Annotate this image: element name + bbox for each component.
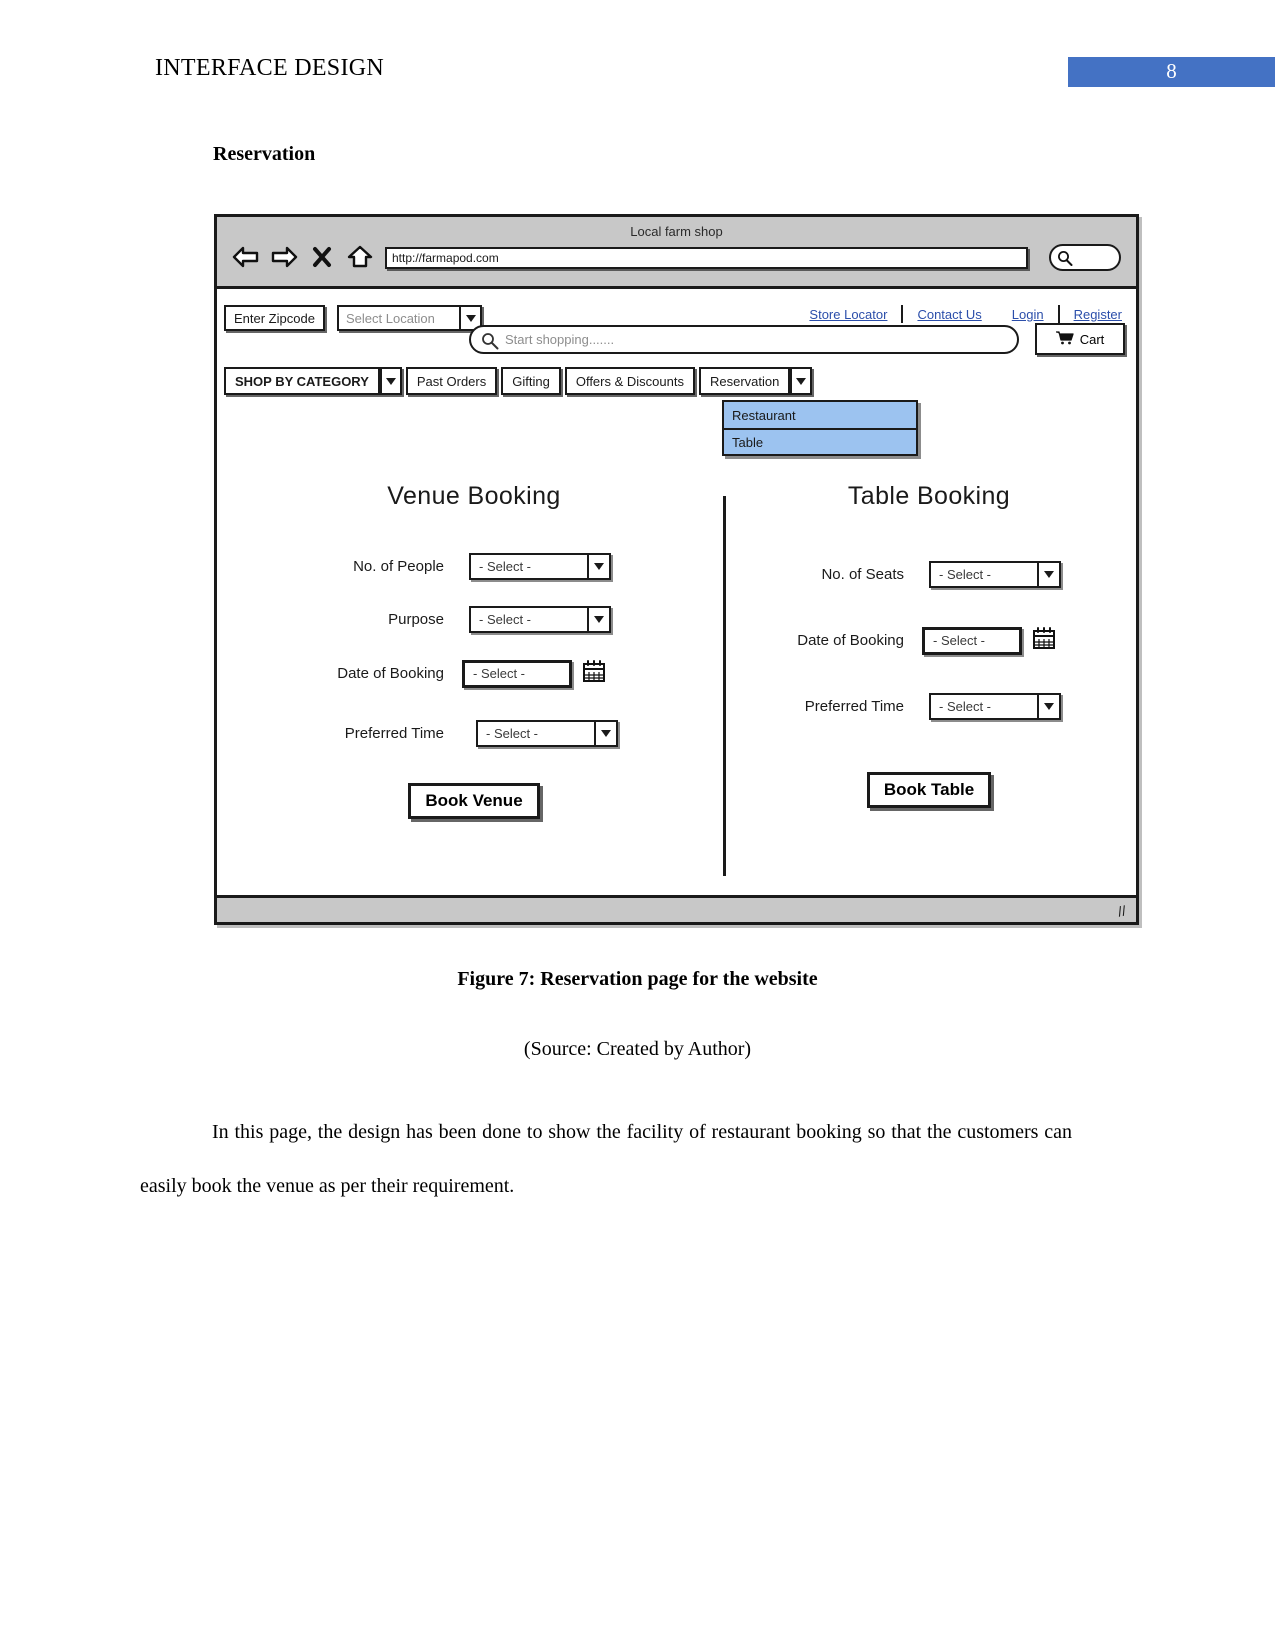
book-table-wrapper: Book Table: [729, 772, 1129, 808]
browser-search-box[interactable]: [1049, 244, 1121, 271]
shop-by-category-label: SHOP BY CATEGORY: [224, 367, 380, 395]
resize-handle-icon[interactable]: //: [1117, 902, 1127, 919]
date-value-venue: - Select -: [462, 659, 572, 688]
select-no-of-people[interactable]: - Select -: [469, 553, 611, 580]
search-icon: [481, 332, 499, 355]
source-caption: (Source: Created by Author): [523, 1038, 752, 1060]
label-preferred-time: Preferred Time: [344, 725, 444, 742]
field-row-no-of-seats: No. of Seats - Select -: [729, 561, 1129, 588]
page-number: 8: [1166, 59, 1177, 83]
label-purpose: Purpose: [388, 611, 444, 628]
forward-arrow-icon[interactable]: [269, 244, 299, 270]
select-no-of-seats[interactable]: - Select -: [929, 561, 1061, 588]
category-menu-bar: SHOP BY CATEGORY Past Orders Gifting Off…: [224, 367, 816, 395]
select-preferred-time-venue[interactable]: - Select -: [476, 720, 618, 747]
shopping-search-input[interactable]: Start shopping.......: [469, 325, 1019, 354]
book-venue-wrapper: Book Venue: [229, 783, 719, 819]
section-heading: Reservation: [213, 143, 316, 165]
browser-chrome: Local farm shop http://farmapod.com: [217, 217, 1136, 289]
venue-booking-panel: Venue Booking No. of People - Select - P…: [229, 482, 719, 819]
back-arrow-icon[interactable]: [231, 244, 261, 270]
chevron-down-icon[interactable]: [589, 553, 611, 580]
venue-booking-title: Venue Booking: [387, 482, 561, 510]
select-purpose-value: - Select -: [469, 606, 589, 633]
browser-nav-icons: [231, 244, 375, 270]
calendar-icon[interactable]: [582, 659, 606, 688]
label-no-of-seats: No. of Seats: [821, 566, 904, 583]
field-row-date-of-booking-table: Date of Booking - Select -: [729, 626, 1129, 655]
header-title: INTERFACE DESIGN: [155, 55, 385, 81]
date-value-table: - Select -: [922, 626, 1022, 655]
calendar-icon[interactable]: [1032, 626, 1056, 655]
chevron-down-icon[interactable]: [1039, 693, 1061, 720]
document-header: INTERFACE DESIGN 8: [0, 0, 1275, 105]
label-date-of-booking-table: Date of Booking: [797, 632, 904, 649]
select-preferred-time-table-value: - Select -: [929, 693, 1039, 720]
dropdown-item-restaurant[interactable]: Restaurant: [722, 400, 918, 428]
utility-links: Store Locator Contact Us Login Register: [795, 305, 1136, 323]
body-paragraph: In this page, the design has been done t…: [140, 1121, 1072, 1197]
chevron-down-icon[interactable]: [589, 606, 611, 633]
url-bar[interactable]: http://farmapod.com: [385, 247, 1028, 269]
shopping-search-placeholder: Start shopping.......: [505, 332, 615, 347]
field-row-purpose: Purpose - Select -: [229, 606, 719, 633]
select-purpose[interactable]: - Select -: [469, 606, 611, 633]
menu-item-past-orders[interactable]: Past Orders: [405, 367, 498, 395]
select-no-of-seats-value: - Select -: [929, 561, 1039, 588]
mockup-status-bar: //: [217, 895, 1136, 922]
page-number-badge: 8: [1068, 57, 1275, 87]
select-location-dropdown[interactable]: Select Location: [337, 305, 482, 331]
select-no-of-people-value: - Select -: [469, 553, 589, 580]
chevron-down-icon[interactable]: [379, 367, 402, 395]
field-row-preferred-time-table: Preferred Time - Select -: [729, 693, 1129, 720]
dropdown-item-table[interactable]: Table: [722, 428, 918, 456]
wireframe-mockup: Local farm shop http://farmapod.com Ente…: [214, 214, 1139, 925]
select-preferred-time-table[interactable]: - Select -: [929, 693, 1061, 720]
field-row-no-of-people: No. of People - Select -: [229, 553, 719, 580]
figure-caption: Figure 7: Reservation page for the websi…: [457, 968, 818, 990]
date-picker-venue[interactable]: - Select -: [462, 659, 606, 688]
reservation-dropdown-menu: Restaurant Table: [722, 400, 918, 456]
label-no-of-people: No. of People: [353, 558, 444, 575]
url-text: http://farmapod.com: [392, 251, 499, 265]
cart-label: Cart: [1079, 331, 1105, 347]
reservation-label: Reservation: [698, 367, 791, 395]
book-table-button[interactable]: Book Table: [866, 772, 992, 808]
select-location-value: Select Location: [337, 305, 461, 331]
label-date-of-booking: Date of Booking: [337, 665, 444, 682]
shop-by-category-dropdown[interactable]: SHOP BY CATEGORY: [224, 367, 402, 395]
search-icon: [1057, 250, 1073, 271]
panel-divider: [723, 496, 726, 876]
shopping-cart-icon: [1055, 330, 1074, 348]
cart-button[interactable]: Cart: [1035, 323, 1125, 355]
book-venue-button[interactable]: Book Venue: [408, 783, 540, 819]
field-row-date-of-booking: Date of Booking - Select -: [229, 659, 719, 688]
menu-item-reservation[interactable]: Reservation: [698, 367, 813, 395]
menu-item-offers-discounts[interactable]: Offers & Discounts: [564, 367, 695, 395]
chevron-down-icon[interactable]: [596, 720, 618, 747]
link-register[interactable]: Register: [1060, 307, 1136, 322]
field-row-preferred-time: Preferred Time - Select -: [229, 720, 719, 747]
link-contact-us[interactable]: Contact Us: [903, 307, 995, 322]
select-preferred-time-venue-value: - Select -: [476, 720, 596, 747]
link-store-locator[interactable]: Store Locator: [795, 307, 901, 322]
table-booking-panel: Table Booking No. of Seats - Select - Da…: [729, 482, 1129, 808]
menu-item-gifting[interactable]: Gifting: [501, 367, 561, 395]
enter-zipcode-button[interactable]: Enter Zipcode: [224, 305, 325, 331]
chevron-down-icon[interactable]: [790, 367, 813, 395]
label-preferred-time-table: Preferred Time: [804, 698, 904, 715]
home-icon[interactable]: [345, 244, 375, 270]
chevron-down-icon[interactable]: [1039, 561, 1061, 588]
date-picker-table[interactable]: - Select -: [922, 626, 1056, 655]
link-login[interactable]: Login: [998, 307, 1058, 322]
table-booking-title: Table Booking: [847, 482, 1011, 510]
close-icon[interactable]: [307, 244, 337, 270]
browser-title: Local farm shop: [630, 224, 723, 239]
